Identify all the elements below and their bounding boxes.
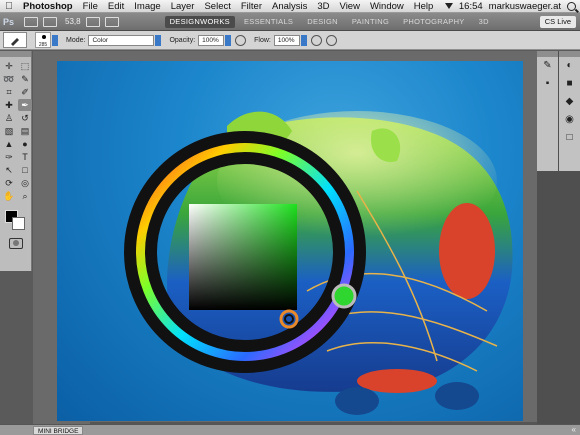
- path-select-icon[interactable]: ↖: [2, 164, 16, 176]
- quick-select-icon[interactable]: ✎: [18, 73, 32, 85]
- 3d-orbit-icon[interactable]: ◎: [18, 177, 32, 189]
- view-extras-icon[interactable]: [43, 16, 57, 27]
- 3d-rotate-icon[interactable]: ⟳: [2, 177, 16, 189]
- color-swatches: [0, 206, 31, 236]
- menu-window[interactable]: Window: [365, 0, 409, 13]
- bottom-bar: MINI BRIDGE «: [0, 424, 580, 435]
- menu-file[interactable]: File: [78, 0, 103, 13]
- pressure-size-icon[interactable]: [325, 34, 337, 46]
- gradient-icon[interactable]: ▤: [18, 125, 32, 137]
- crop-icon[interactable]: ⌗: [2, 86, 16, 98]
- tool-preset-picker[interactable]: [3, 32, 27, 48]
- brush-icon[interactable]: ✒: [18, 99, 32, 111]
- menu-view[interactable]: View: [335, 0, 365, 13]
- spotlight-icon[interactable]: [567, 1, 576, 11]
- application-bar: Ps 53,8 DESIGNWORKS ESSENTIALS DESIGN PA…: [0, 13, 580, 31]
- opacity-stepper[interactable]: [225, 34, 232, 46]
- menu-extras: 16:54 markuswaeger.at: [444, 1, 580, 12]
- type-icon[interactable]: T: [18, 151, 32, 163]
- healing-icon[interactable]: ✚: [2, 99, 16, 111]
- flow-stepper[interactable]: [300, 34, 307, 46]
- flow-field[interactable]: 100%: [273, 34, 300, 46]
- opacity-value: 100%: [202, 36, 219, 44]
- move-icon[interactable]: ✛: [2, 60, 16, 72]
- brush-size: 285: [38, 42, 48, 48]
- channels-icon[interactable]: ◉: [559, 111, 580, 129]
- opacity-field[interactable]: 100%: [198, 34, 225, 46]
- menu-3d[interactable]: 3D: [312, 0, 334, 13]
- pen-icon[interactable]: ✑: [2, 151, 16, 163]
- menu-app-photoshop[interactable]: Photoshop: [18, 0, 78, 13]
- canvas-artwork: [124, 111, 513, 415]
- menu-layer[interactable]: Layer: [166, 0, 200, 13]
- pressure-opacity-icon[interactable]: [235, 34, 247, 46]
- brush-icon: [11, 38, 19, 46]
- clock[interactable]: 16:54: [459, 1, 483, 12]
- brush-picker-stepper[interactable]: [52, 34, 58, 46]
- mode-select-stepper[interactable]: [155, 34, 162, 46]
- menu-image[interactable]: Image: [129, 0, 165, 13]
- hand-icon[interactable]: ✋: [2, 190, 16, 202]
- canvas[interactable]: [57, 61, 523, 421]
- tools-panel: ✛ ⬚ ➿ ✎ ⌗ ✐ ✚ ✒ ♙ ↺ ▧ ▤ ▲ ● ✑ T ↖ □ ⟳ ◎ ✋ ⌕: [0, 51, 32, 271]
- photoshop-window:  Photoshop File Edit Image Layer Select…: [0, 0, 580, 435]
- menu-edit[interactable]: Edit: [103, 0, 129, 13]
- mode-select[interactable]: Color: [88, 34, 155, 46]
- history-brush-icon[interactable]: ↺: [18, 112, 32, 124]
- quick-mask-icon[interactable]: [8, 238, 23, 249]
- arrange-documents-icon[interactable]: [85, 16, 100, 27]
- blur-icon[interactable]: ▲: [2, 138, 16, 150]
- cs-live-button[interactable]: CS Live: [539, 15, 576, 28]
- workspace-painting[interactable]: PAINTING: [347, 16, 394, 28]
- apple-icon[interactable]: : [0, 1, 18, 12]
- mini-bridge-tab[interactable]: MINI BRIDGE: [33, 426, 84, 435]
- document-area: [33, 51, 556, 424]
- panel-dock: ✎ ▪ ◐ ■ ◆ ◉ □: [537, 51, 580, 424]
- dock-column-1: ✎ ▪: [537, 51, 558, 171]
- color-panel-icon[interactable]: ◐: [559, 57, 580, 75]
- airbrush-icon[interactable]: [310, 34, 322, 46]
- collapse-icon[interactable]: «: [572, 425, 576, 435]
- menu-bar:  Photoshop File Edit Image Layer Select…: [0, 0, 580, 13]
- zoom-icon[interactable]: ⌕: [18, 190, 32, 202]
- brush-presets-icon[interactable]: ✎: [537, 57, 558, 75]
- menu-filter[interactable]: Filter: [236, 0, 267, 13]
- stamp-icon[interactable]: ♙: [2, 112, 16, 124]
- screen-mode-icon[interactable]: [104, 16, 119, 27]
- flow-value: 100%: [277, 36, 295, 44]
- menu-analysis[interactable]: Analysis: [267, 0, 312, 13]
- user-name[interactable]: markuswaeger.at: [489, 1, 561, 12]
- workspace-photography[interactable]: PHOTOGRAPHY: [398, 16, 470, 28]
- paths-icon[interactable]: □: [559, 129, 580, 147]
- opacity-label: Opacity:: [169, 36, 196, 44]
- dodge-icon[interactable]: ●: [18, 138, 32, 150]
- layers-icon[interactable]: ◆: [559, 93, 580, 111]
- shape-icon[interactable]: □: [18, 164, 32, 176]
- workspace-3d[interactable]: 3D: [474, 16, 494, 28]
- menu-select[interactable]: Select: [199, 0, 235, 13]
- mode-value: Color: [92, 36, 109, 44]
- workspace-essentials[interactable]: ESSENTIALS: [239, 16, 298, 28]
- clone-source-icon[interactable]: ▪: [537, 75, 558, 93]
- workspace-designworks[interactable]: DESIGNWORKS: [164, 15, 235, 28]
- tools-grid: ✛ ⬚ ➿ ✎ ⌗ ✐ ✚ ✒ ♙ ↺ ▧ ▤ ▲ ● ✑ T ↖ □ ⟳ ◎ ✋ ⌕: [0, 57, 32, 202]
- launch-bridge-icon[interactable]: [24, 16, 38, 27]
- brush-preset-picker[interactable]: 285: [35, 32, 51, 48]
- eject-icon[interactable]: [444, 3, 453, 9]
- adjustments-icon[interactable]: ■: [559, 75, 580, 93]
- menu-help[interactable]: Help: [409, 0, 439, 13]
- marquee-icon[interactable]: ⬚: [18, 60, 32, 72]
- ps-logo-icon: Ps: [3, 16, 15, 27]
- mode-label: Mode:: [66, 36, 86, 44]
- zoom-level[interactable]: 53,8: [65, 17, 81, 26]
- eraser-icon[interactable]: ▧: [2, 125, 16, 137]
- lasso-icon[interactable]: ➿: [2, 73, 16, 85]
- eyedropper-icon[interactable]: ✐: [18, 86, 32, 98]
- dock-column-2: ◐ ■ ◆ ◉ □: [559, 51, 580, 171]
- options-bar: 285 Mode: Color Opacity: 100% Flow: 100%: [0, 31, 580, 50]
- flow-label: Flow:: [254, 36, 271, 44]
- background-color-swatch[interactable]: [12, 217, 25, 230]
- workspace-design[interactable]: DESIGN: [302, 16, 343, 28]
